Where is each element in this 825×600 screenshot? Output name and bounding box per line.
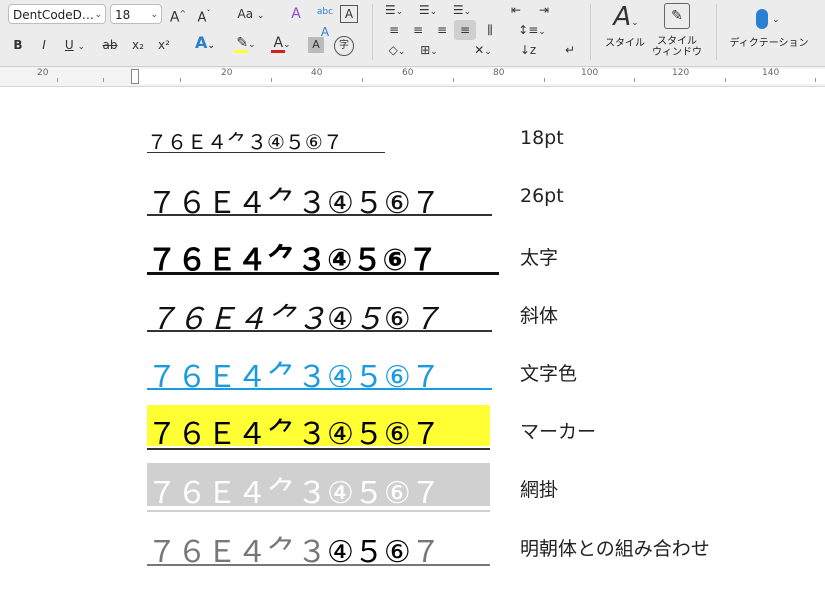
numbering-icon[interactable]: ☰⌄ (416, 0, 440, 20)
align-left-icon[interactable]: ≡ (384, 20, 404, 40)
styles-pane-label-1: スタイル (657, 36, 697, 47)
decrease-indent-icon[interactable]: ⇤ (506, 0, 526, 20)
chevron-down-icon: ⌄ (150, 10, 158, 20)
ruler-label: 140 (762, 68, 780, 78)
shading-icon[interactable]: ◇⌄ (384, 40, 410, 60)
font-color-swatch (271, 50, 285, 53)
sample-label: 網掛 (520, 479, 559, 501)
enclose-character-icon[interactable]: 字 (334, 36, 354, 56)
show-marks-icon[interactable]: ↵ (560, 40, 580, 60)
grow-font-button[interactable]: A^ (168, 4, 188, 26)
horizontal-ruler[interactable]: 20 20 40 60 80 100 120 140 (0, 67, 825, 87)
phonetic-guide-icon[interactable]: abc A (314, 2, 336, 39)
change-case-button[interactable]: Aa ⌄ (234, 4, 268, 24)
text-underline (147, 330, 492, 332)
separator (716, 4, 717, 60)
text-underline (147, 564, 490, 566)
font-size-value: 18 (115, 8, 131, 22)
subscript-button[interactable]: x₂ (128, 35, 148, 55)
highlight-color-icon[interactable]: ✎⌄ (230, 33, 262, 53)
enclosed-character-icon[interactable]: A (340, 5, 358, 23)
styles-pane-label-2: ウィンドウ (652, 47, 702, 58)
character-shading-icon[interactable]: A (308, 37, 324, 53)
sample-label: 26pt (520, 185, 564, 207)
underline-label: U (64, 38, 74, 52)
styles-pane-icon[interactable]: ✎ (664, 3, 690, 29)
ruler-label: 40 (311, 68, 323, 78)
strikethrough-button[interactable]: ab (100, 35, 120, 55)
sample-text-highlight[interactable]: ７６Ｅ４⺈３④５⑥７ (147, 409, 441, 453)
styles-pane-label: スタイル ウィンドウ (642, 36, 712, 58)
clear-format-icon[interactable]: A (286, 4, 306, 24)
text-underline (147, 448, 490, 450)
ribbon-toolbar: DentCodeD… ⌄ 18 ⌄ A^ Aˇ Aa ⌄ A abc A A B … (0, 0, 825, 67)
sort-icon[interactable]: ↓z (518, 40, 538, 60)
ruler-tick (180, 78, 181, 82)
distributed-icon[interactable]: ⫼ (480, 20, 500, 40)
ruler-tick (453, 78, 454, 82)
ruler-label: 120 (672, 68, 690, 78)
text-underline (147, 214, 492, 216)
change-case-label: Aa (237, 7, 254, 21)
text-underline (147, 152, 385, 153)
bullets-icon[interactable]: ☰⌄ (382, 0, 406, 20)
separator (372, 4, 373, 60)
text-effects-icon[interactable]: A⌄ (190, 33, 220, 53)
ruler-tick (362, 78, 363, 82)
bold-button[interactable]: B (10, 35, 26, 55)
sample-label: 斜体 (520, 305, 559, 327)
dictation-label: ディクテーション (729, 38, 809, 49)
sample-text-18pt[interactable]: ７６Ｅ４⺈３④５⑥７ (147, 126, 343, 155)
indent-marker[interactable] (131, 69, 139, 84)
ruler-label: 20 (37, 68, 49, 78)
ruler-label: 60 (402, 68, 414, 78)
ruler-tick (57, 78, 58, 82)
multilevel-list-icon[interactable]: ☰⌄ (450, 0, 474, 20)
ruler-tick (815, 78, 816, 82)
font-name-value: DentCodeD… (13, 8, 94, 22)
ruler-label: 20 (221, 68, 233, 78)
sample-label: マーカー (520, 421, 597, 443)
align-right-icon[interactable]: ≡ (432, 20, 452, 40)
sample-label: 18pt (520, 127, 564, 149)
ruler-label: 100 (581, 68, 599, 78)
document-page[interactable] (0, 87, 825, 600)
font-size-select[interactable]: 18 ⌄ (110, 4, 162, 24)
justify-icon[interactable]: ≡ (454, 20, 476, 40)
microphone-icon[interactable]: ⌄ (748, 4, 788, 32)
ruler-strip (135, 69, 825, 84)
shrink-font-button[interactable]: Aˇ (194, 4, 214, 25)
styles-gallery-icon[interactable]: A⌄ (606, 2, 646, 32)
ruler-tick (544, 78, 545, 82)
text-underline (147, 272, 499, 275)
sample-label: 明朝体との組み合わせ (520, 538, 710, 560)
text-underline (147, 510, 490, 512)
highlight-swatch (234, 50, 248, 53)
font-color-icon[interactable]: A⌄ (268, 33, 296, 53)
ruler-tick (634, 78, 635, 82)
increase-indent-icon[interactable]: ⇥ (534, 0, 554, 20)
ruler-tick (725, 78, 726, 82)
text-underline (147, 388, 492, 390)
separator (590, 4, 591, 60)
ruler-tick (271, 78, 272, 82)
line-spacing-icon[interactable]: ↕≡⌄ (518, 20, 546, 40)
sample-text-shading[interactable]: ７６Ｅ４⺈３④５⑥７ (147, 468, 441, 512)
ruler-label: 80 (493, 68, 505, 78)
underline-button[interactable]: U ⌄ (60, 35, 90, 55)
font-name-select[interactable]: DentCodeD… ⌄ (8, 4, 106, 24)
superscript-button[interactable]: x² (154, 35, 174, 55)
sample-label: 太字 (520, 247, 559, 269)
align-center-icon[interactable]: ≡ (408, 20, 428, 40)
asian-layout-icon[interactable]: ✕⌄ (470, 40, 496, 60)
borders-icon[interactable]: ⊞⌄ (416, 40, 442, 60)
chevron-down-icon: ⌄ (94, 10, 102, 20)
ruler-tick (103, 78, 104, 82)
italic-button[interactable]: I (36, 35, 52, 55)
sample-label: 文字色 (520, 363, 578, 385)
